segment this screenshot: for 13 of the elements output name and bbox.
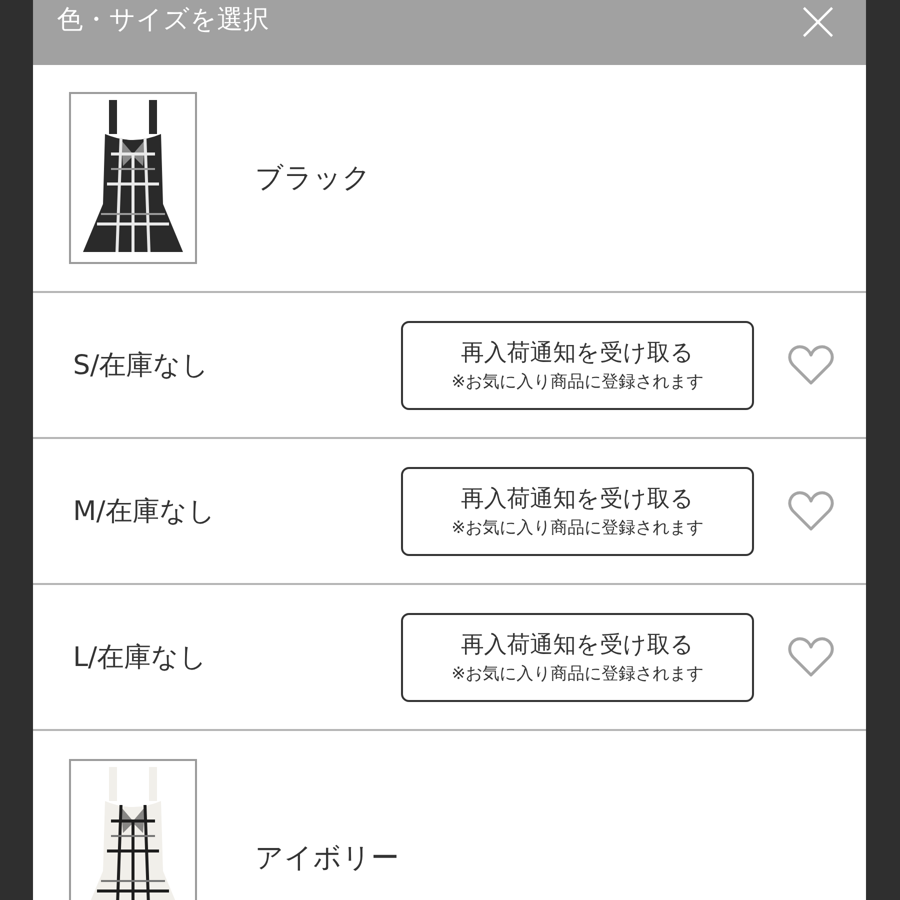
color-name: アイボリー	[255, 840, 399, 876]
close-icon[interactable]	[802, 6, 834, 38]
color-name: ブラック	[255, 160, 371, 196]
restock-notify-button[interactable]: 再入荷通知を受け取る ※お気に入り商品に登録されます	[401, 320, 754, 410]
heart-icon[interactable]	[787, 635, 835, 679]
restock-notify-button[interactable]: 再入荷通知を受け取る ※お気に入り商品に登録されます	[401, 612, 754, 702]
size-label: M/在庫なし	[73, 495, 216, 529]
heart-icon[interactable]	[787, 343, 835, 387]
size-label: S/在庫なし	[73, 349, 210, 383]
heart-icon[interactable]	[787, 489, 835, 533]
size-label: L/在庫なし	[73, 641, 208, 675]
dialog-title: 色・サイズを選択	[57, 4, 269, 36]
restock-notify-button[interactable]: 再入荷通知を受け取る ※お気に入り商品に登録されます	[401, 466, 754, 556]
